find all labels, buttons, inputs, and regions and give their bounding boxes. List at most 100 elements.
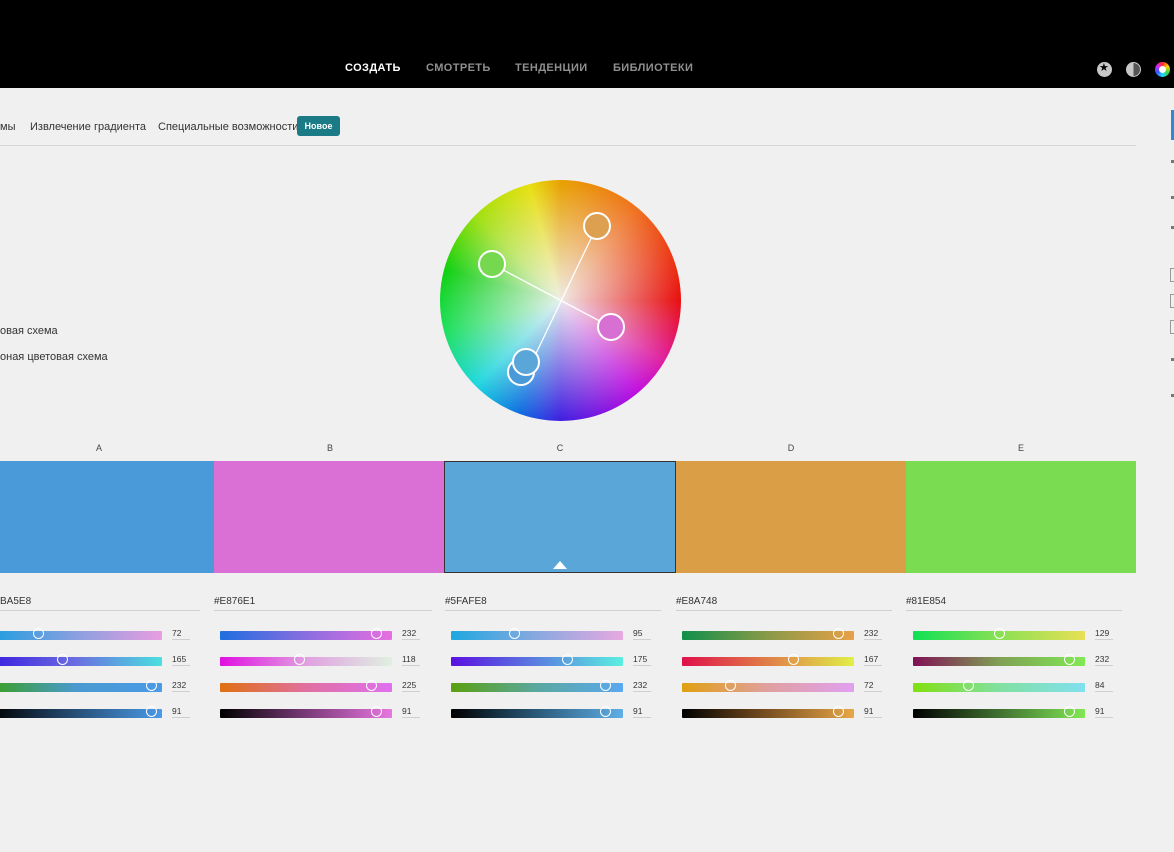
- slider-knob[interactable]: [833, 628, 845, 639]
- slider-c-3[interactable]: [451, 680, 623, 692]
- slider-value-e-1[interactable]: 129: [1095, 628, 1109, 638]
- color-swatch-b[interactable]: [214, 461, 444, 573]
- slider-knob[interactable]: [146, 706, 158, 717]
- hex-value-c[interactable]: #5FAFE8: [445, 596, 487, 607]
- slider-value-a-3[interactable]: 232: [172, 680, 186, 690]
- slider-knob[interactable]: [56, 654, 68, 665]
- color-swatch-e[interactable]: [906, 461, 1136, 573]
- slider-value-b-3[interactable]: 225: [402, 680, 416, 690]
- slider-value-underline: [864, 665, 882, 666]
- new-badge: Новое: [297, 116, 340, 136]
- slider-b-4[interactable]: [220, 706, 392, 718]
- slider-value-d-1[interactable]: 232: [864, 628, 878, 638]
- right-panel-control[interactable]: [1170, 320, 1174, 334]
- subtab-accessibility[interactable]: Специальные возможности: [158, 121, 298, 133]
- color-wheel-icon[interactable]: [1155, 62, 1170, 77]
- slider-a-1[interactable]: [0, 628, 162, 640]
- slider-value-d-3[interactable]: 72: [864, 680, 873, 690]
- slider-value-c-1[interactable]: 95: [633, 628, 642, 638]
- slider-value-underline: [1095, 717, 1113, 718]
- slider-e-1[interactable]: [913, 628, 1085, 640]
- color-swatch-a[interactable]: [0, 461, 214, 573]
- right-panel-control[interactable]: [1170, 268, 1174, 282]
- slider-c-2[interactable]: [451, 654, 623, 666]
- slider-knob[interactable]: [600, 706, 612, 717]
- slider-a-3[interactable]: [0, 680, 162, 692]
- slider-knob[interactable]: [788, 654, 800, 665]
- slider-value-a-1[interactable]: 72: [172, 628, 181, 638]
- color-wheel-markers: [478, 212, 625, 386]
- wheel-handle-b[interactable]: [597, 313, 625, 341]
- slider-value-c-4[interactable]: 91: [633, 706, 642, 716]
- star-icon[interactable]: [1097, 61, 1112, 77]
- wheel-handle-c[interactable]: [512, 348, 540, 376]
- slider-knob[interactable]: [1064, 654, 1076, 665]
- slider-d-2[interactable]: [682, 654, 854, 666]
- slider-a-2[interactable]: [0, 654, 162, 666]
- slider-value-e-2[interactable]: 232: [1095, 654, 1109, 664]
- slider-c-1[interactable]: [451, 628, 623, 640]
- slider-knob[interactable]: [562, 654, 574, 665]
- slider-value-b-2[interactable]: 118: [402, 654, 416, 664]
- slider-b-2[interactable]: [220, 654, 392, 666]
- slider-value-underline: [864, 639, 882, 640]
- slider-value-e-3[interactable]: 84: [1095, 680, 1104, 690]
- subtab-themes[interactable]: мы: [0, 121, 15, 133]
- slider-value-b-1[interactable]: 232: [402, 628, 416, 638]
- slider-value-c-2[interactable]: 175: [633, 654, 647, 664]
- slider-knob[interactable]: [600, 680, 612, 691]
- nav-item-libraries[interactable]: БИБЛИОТЕКИ: [613, 62, 693, 74]
- slider-value-underline: [402, 665, 420, 666]
- slider-b-3[interactable]: [220, 680, 392, 692]
- slider-b-1[interactable]: [220, 628, 392, 640]
- hex-value-a[interactable]: BA5E8: [0, 596, 31, 607]
- slider-value-e-4[interactable]: 91: [1095, 706, 1104, 716]
- subtab-divider: [0, 145, 1136, 146]
- right-panel-control[interactable]: [1170, 294, 1174, 308]
- slider-e-4[interactable]: [913, 706, 1085, 718]
- slider-knob[interactable]: [724, 680, 736, 691]
- scheme-option-2[interactable]: оная цветовая схема: [0, 351, 108, 363]
- slider-c-4[interactable]: [451, 706, 623, 718]
- slider-e-3[interactable]: [913, 680, 1085, 692]
- slider-value-underline: [172, 691, 190, 692]
- subtab-extract-gradient[interactable]: Извлечение градиента: [30, 121, 146, 133]
- contrast-icon[interactable]: [1126, 62, 1141, 77]
- hex-value-e[interactable]: #81E854: [906, 596, 946, 607]
- slider-value-c-3[interactable]: 232: [633, 680, 647, 690]
- slider-value-d-2[interactable]: 167: [864, 654, 878, 664]
- hex-value-b[interactable]: #E876E1: [214, 596, 255, 607]
- slider-value-underline: [1095, 691, 1113, 692]
- slider-value-d-4[interactable]: 91: [864, 706, 873, 716]
- slider-value-underline: [1095, 639, 1113, 640]
- slider-knob[interactable]: [371, 628, 383, 639]
- slider-value-a-2[interactable]: 165: [172, 654, 186, 664]
- slider-knob[interactable]: [1064, 706, 1076, 717]
- slider-value-b-4[interactable]: 91: [402, 706, 411, 716]
- scheme-option-1[interactable]: овая схема: [0, 325, 58, 337]
- slider-a-4[interactable]: [0, 706, 162, 718]
- slider-knob[interactable]: [365, 680, 377, 691]
- slider-d-3[interactable]: [682, 680, 854, 692]
- slider-knob[interactable]: [509, 628, 521, 639]
- color-wheel[interactable]: [440, 180, 681, 421]
- slider-knob[interactable]: [32, 628, 44, 639]
- slider-knob[interactable]: [293, 654, 305, 665]
- slider-d-4[interactable]: [682, 706, 854, 718]
- nav-item-create[interactable]: СОЗДАТЬ: [345, 62, 401, 74]
- hex-value-d[interactable]: #E8A748: [676, 596, 717, 607]
- slider-knob[interactable]: [993, 628, 1005, 639]
- color-swatch-d[interactable]: [676, 461, 906, 573]
- slider-knob[interactable]: [371, 706, 383, 717]
- slider-value-a-4[interactable]: 91: [172, 706, 181, 716]
- wheel-handle-d[interactable]: [583, 212, 611, 240]
- nav-item-trends[interactable]: ТЕНДЕНЦИИ: [515, 62, 588, 74]
- slider-knob[interactable]: [833, 706, 845, 717]
- slider-knob[interactable]: [962, 680, 974, 691]
- wheel-handle-e[interactable]: [478, 250, 506, 278]
- slider-e-2[interactable]: [913, 654, 1085, 666]
- nav-item-explore[interactable]: СМОТРЕТЬ: [426, 62, 491, 74]
- slider-d-1[interactable]: [682, 628, 854, 640]
- color-swatch-c[interactable]: [444, 461, 676, 573]
- slider-knob[interactable]: [146, 680, 158, 691]
